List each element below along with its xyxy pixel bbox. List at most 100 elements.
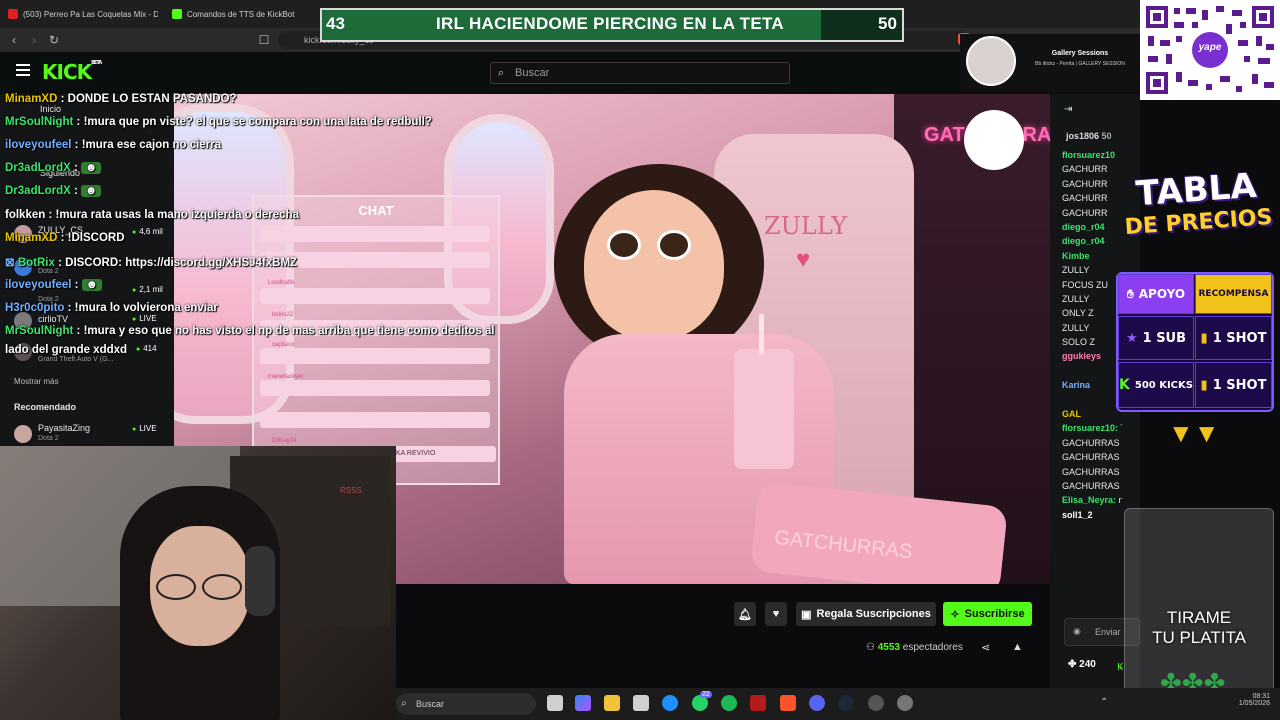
overlay-chat-row	[260, 380, 490, 396]
seat-label: ZULLY	[764, 212, 848, 240]
browser-tab-youtube[interactable]: (503) Perreo Pa Las Coquetas Mix - D	[8, 4, 158, 24]
shot-glasses-icon: ▼▼	[1168, 418, 1220, 448]
bell-icon[interactable]: 🔔︎	[734, 602, 756, 626]
sidebar-channel-game: Dota 2	[38, 435, 59, 442]
hello-kitty-sticker	[964, 110, 1024, 170]
chat-message: diego_r04	[1062, 222, 1122, 236]
sidebar-item-inicio[interactable]: Inicio	[40, 104, 61, 114]
chat-username[interactable]: soll1_2	[1062, 510, 1093, 520]
logo-badge: BETA	[91, 60, 102, 66]
youtube-icon	[8, 9, 18, 19]
back-icon[interactable]: ‹	[6, 32, 22, 48]
chat-message: GACHURR	[1062, 179, 1122, 193]
chat-message: ZULLY	[1062, 265, 1122, 279]
gift-subs-label: Regala Suscripciones	[816, 608, 931, 620]
edge-icon[interactable]	[662, 695, 678, 711]
price-row-left: ★ 1 SUB	[1118, 316, 1194, 360]
kicks-balance[interactable]: ✤ 240	[1068, 659, 1096, 670]
chat-text: GACHURR	[1062, 178, 1108, 189]
subscribe-button[interactable]: ✧ Suscribirse	[943, 602, 1032, 626]
avatar[interactable]	[966, 36, 1016, 86]
overlay-chat-user: capitaco	[272, 342, 295, 348]
chat-username[interactable]: Elisa_Neyra:	[1062, 495, 1119, 505]
search-icon: ⌕	[498, 67, 505, 79]
chat-message: GACHURRAS TEAM	[1062, 452, 1122, 466]
chat-message: GACHURRAS TEAM	[1062, 481, 1122, 495]
avatar[interactable]	[14, 425, 32, 443]
collapse-chat-icon[interactable]: ⇥	[1064, 104, 1072, 115]
chat-text: GACHURR	[1062, 164, 1108, 175]
chat-text: SOLO Z	[1062, 337, 1096, 348]
glasses-icon	[202, 574, 242, 600]
heart-follow-icon[interactable]: ♥	[765, 602, 787, 626]
chat-username[interactable]: diego_r04	[1062, 222, 1105, 232]
brave-icon[interactable]	[780, 695, 796, 711]
dota-icon[interactable]	[750, 695, 766, 711]
chat-username[interactable]: Karina	[1062, 380, 1090, 390]
chat-line: MrSoulNight : !mura y eso que no has vis…	[5, 325, 495, 337]
overlay-chat-last: KA REVIVIO	[396, 450, 436, 457]
tab-label: Comandos de TTS de KickBot	[187, 9, 295, 19]
steam-icon[interactable]	[838, 695, 854, 711]
viewer-count: ⚇ 4553 espectadores	[866, 642, 963, 653]
sidebar-channel-viewers: 2,1 mil	[132, 285, 163, 294]
sidebar-channel-name[interactable]: PayasitaZing	[38, 423, 90, 433]
app-icon[interactable]	[897, 695, 913, 711]
chat-message: SOLO Z	[1062, 337, 1122, 351]
chat-text: GACHURRAS TEAM	[1062, 466, 1122, 477]
chat-message: soll1_2	[1062, 510, 1122, 524]
viewers-icon: ⚇	[866, 642, 878, 653]
price-row-right: ▮ 1 SHOT	[1195, 362, 1272, 408]
chat-line: iloveyoufeel : !mura ese cajon no cierra	[5, 139, 222, 151]
copilot-icon[interactable]	[575, 695, 591, 711]
store-icon[interactable]	[633, 695, 649, 711]
taskbar-clock[interactable]: 08:31 1/05/2026	[1230, 693, 1270, 707]
gift-icon: ▣	[801, 608, 812, 621]
discord-icon[interactable]	[809, 695, 825, 711]
chat-username[interactable]: diego_r04	[1062, 236, 1105, 246]
chat-line: ⊠ BotRix : DISCORD: https://discord.gg/X…	[5, 257, 298, 269]
forward-icon[interactable]: ›	[26, 32, 42, 48]
chat-username[interactable]: florsuarez10	[1062, 150, 1115, 160]
chat-message: ZULLY	[1062, 323, 1122, 337]
chat-username[interactable]: florsuarez10:	[1062, 423, 1121, 433]
chat-username[interactable]: GAL	[1062, 409, 1081, 419]
character-eye	[607, 230, 641, 260]
chat-message: florsuarez10: TEAM	[1062, 423, 1122, 437]
chat-text: ZULLY	[1062, 265, 1090, 276]
kickbot-icon	[172, 9, 182, 19]
subscribe-label: Suscribirse	[964, 608, 1025, 620]
file-explorer-icon[interactable]	[604, 695, 620, 711]
task-view-icon[interactable]	[547, 695, 563, 711]
chat-message: ONLY Z	[1062, 308, 1122, 322]
chat-text: GACHURRAS TEAM	[1062, 480, 1122, 491]
sidebar-channel-name[interactable]: cirlioTV	[38, 314, 68, 324]
tray-chevron-icon[interactable]: ⌃	[1100, 697, 1108, 708]
overlay-chat-row	[260, 348, 490, 364]
chat-username[interactable]: ggukieys	[1062, 351, 1101, 361]
kick-logo[interactable]: KICKBETA	[42, 60, 102, 84]
overlay-chat-user: mariellaolivet	[268, 374, 304, 380]
kick-coin-icon: Ꝃ	[1117, 662, 1124, 673]
spotify-icon[interactable]	[721, 695, 737, 711]
emote-icon[interactable]: ◉	[1073, 626, 1081, 637]
share-icon[interactable]: ⋖	[981, 641, 990, 654]
gift-subs-button[interactable]: ▣ Regala Suscripciones	[796, 602, 936, 626]
heart-icon: ♥	[796, 246, 811, 273]
reload-icon[interactable]: ↻	[46, 32, 62, 48]
sidebar-channel-game: Dota 2	[38, 268, 59, 275]
bookmark-icon[interactable]: ☐	[256, 32, 272, 48]
chat-username[interactable]: Kimbe	[1062, 251, 1090, 261]
pink-cup	[734, 349, 794, 469]
taskbar-search[interactable]: ⌕ Buscar	[396, 693, 536, 715]
menu-icon[interactable]	[16, 64, 30, 76]
price-row-left: K 500 KICKS	[1118, 362, 1194, 408]
cup-straw	[759, 314, 764, 354]
browser-tab-kickbot[interactable]: Comandos de TTS de KickBot	[172, 4, 322, 24]
chat-text: ZULLY	[1062, 322, 1090, 333]
report-icon[interactable]: ▲	[1012, 641, 1023, 653]
show-more-link[interactable]: Mostrar más	[14, 377, 58, 386]
obs-icon[interactable]	[868, 695, 884, 711]
search-input[interactable]: ⌕ Buscar	[490, 62, 790, 84]
recommended-heading: Recomendado	[14, 402, 77, 412]
